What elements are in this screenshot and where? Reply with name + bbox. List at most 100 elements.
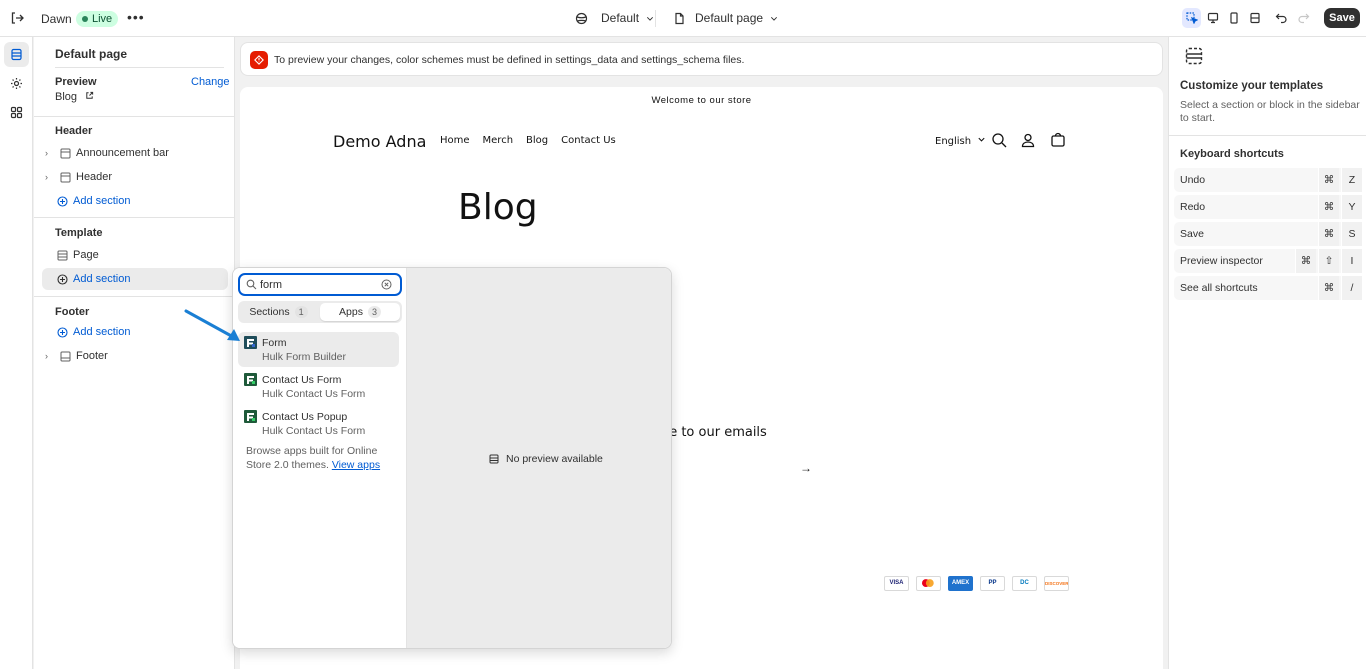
search-icon xyxy=(246,279,257,290)
preview-heading: Preview xyxy=(55,76,97,88)
page-title: Blog xyxy=(458,187,538,228)
plus-circle-icon xyxy=(57,326,68,338)
panel-title: Customize your templates xyxy=(1180,80,1324,92)
panel-description: Select a section or block in the sidebar… xyxy=(1180,99,1360,124)
store-nav: Home Merch Blog Contact Us xyxy=(440,135,616,146)
more-actions-button[interactable]: ••• xyxy=(127,9,145,25)
tab-sections[interactable]: Sections 1 xyxy=(240,303,317,321)
language-selector[interactable]: English xyxy=(935,135,986,147)
page-icon xyxy=(675,12,684,24)
apps-count-badge: 3 xyxy=(367,306,381,318)
section-footer[interactable]: › Footer xyxy=(42,345,228,367)
app-embeds-nav-button[interactable] xyxy=(4,100,29,125)
keyboard-shortcuts-heading: Keyboard shortcuts xyxy=(1180,148,1284,160)
divider xyxy=(55,67,224,68)
sections-nav-button[interactable] xyxy=(4,42,29,67)
section-page[interactable]: Page xyxy=(42,244,228,266)
plus-circle-icon xyxy=(57,273,68,285)
nav-link-home[interactable]: Home xyxy=(440,135,470,146)
mobile-icon xyxy=(1229,12,1238,24)
shortcut-row-save: Save ⌘ S xyxy=(1174,222,1362,246)
desktop-view-button[interactable] xyxy=(1203,8,1222,28)
inspector-panel: Customize your templates Select a sectio… xyxy=(1168,37,1366,669)
chevron-right-icon[interactable]: › xyxy=(45,172,57,182)
chevron-right-icon[interactable]: › xyxy=(45,351,57,361)
divider xyxy=(655,10,656,27)
template-group-heading: Template xyxy=(55,227,103,239)
undo-icon[interactable] xyxy=(1275,11,1288,24)
footer-group-heading: Footer xyxy=(55,306,90,318)
section-icon xyxy=(489,454,499,464)
preview-warning-banner: To preview your changes, color schemes m… xyxy=(240,42,1163,76)
header-add-section-button[interactable]: Add section xyxy=(42,190,228,212)
header-group-heading: Header xyxy=(55,125,93,137)
section-icon xyxy=(57,250,68,260)
theme-settings-nav-button[interactable] xyxy=(4,71,29,96)
inspector-button[interactable] xyxy=(1182,8,1201,28)
template-add-section-button[interactable]: Add section xyxy=(42,268,228,290)
plus-circle-icon xyxy=(57,195,68,207)
template-selector[interactable]: Default page xyxy=(673,11,779,25)
top-bar: Dawn Live ••• Default Default page Save xyxy=(0,0,1366,37)
shortcut-row-preview-inspector: Preview inspector ⌘ ⇧ I xyxy=(1174,249,1362,273)
command-key-icon: ⌘ xyxy=(1318,222,1339,246)
discover-icon: DISCOVER xyxy=(1044,576,1069,591)
account-icon[interactable] xyxy=(1020,132,1036,148)
desktop-icon xyxy=(1207,12,1218,24)
add-section-popover: form Sections 1 Apps 3 Form Hulk Form Bu… xyxy=(232,267,672,649)
key-cap: I xyxy=(1341,249,1362,273)
command-key-icon: ⌘ xyxy=(1318,168,1339,192)
search-input[interactable]: form xyxy=(238,273,402,296)
key-cap: / xyxy=(1341,276,1362,300)
chevron-down-icon xyxy=(771,16,778,21)
app-item-contact-us-popup[interactable]: Contact Us Popup Hulk Contact Us Form xyxy=(238,406,399,441)
arrow-right-icon[interactable]: → xyxy=(800,461,812,475)
color-scheme-selector[interactable]: Default xyxy=(575,11,655,25)
fullscreen-view-button[interactable] xyxy=(1245,8,1264,28)
app-item-form[interactable]: Form Hulk Form Builder xyxy=(238,332,399,367)
save-button[interactable]: Save xyxy=(1324,8,1360,28)
chevron-down-icon xyxy=(978,137,985,142)
hulk-app-icon xyxy=(244,410,257,423)
exit-icon[interactable] xyxy=(10,11,24,25)
preview-value[interactable]: Blog xyxy=(55,91,94,103)
apps-icon xyxy=(10,106,23,119)
shift-key-icon: ⇧ xyxy=(1318,249,1339,273)
nav-link-blog[interactable]: Blog xyxy=(526,135,548,146)
search-icon[interactable] xyxy=(991,132,1007,148)
command-key-icon: ⌘ xyxy=(1318,195,1339,219)
banner-text: To preview your changes, color schemes m… xyxy=(274,54,745,66)
store-logo[interactable]: Demo Adna xyxy=(333,132,426,151)
shortcut-row-see-all[interactable]: See all shortcuts ⌘ / xyxy=(1174,276,1362,300)
left-rail xyxy=(0,37,33,669)
paypal-icon: PP xyxy=(980,576,1005,591)
theme-name: Dawn xyxy=(41,12,72,26)
nav-link-merch[interactable]: Merch xyxy=(483,135,514,146)
chevron-right-icon[interactable]: › xyxy=(45,148,57,158)
section-header[interactable]: › Header xyxy=(42,166,228,188)
section-picker-list: form Sections 1 Apps 3 Form Hulk Form Bu… xyxy=(233,268,407,648)
command-key-icon: ⌘ xyxy=(1295,249,1316,273)
sections-sidebar: Default page Preview Change Blog Header … xyxy=(34,37,235,669)
cart-icon[interactable] xyxy=(1050,132,1066,148)
key-cap: Z xyxy=(1341,168,1362,192)
nav-link-contact[interactable]: Contact Us xyxy=(561,135,616,146)
section-icon xyxy=(60,148,71,158)
app-item-contact-us-form[interactable]: Contact Us Form Hulk Contact Us Form xyxy=(238,369,399,404)
view-apps-link[interactable]: View apps xyxy=(332,459,380,471)
cursor-select-icon xyxy=(1185,12,1198,24)
redo-icon[interactable] xyxy=(1297,11,1310,24)
divider xyxy=(34,296,235,297)
clear-search-icon[interactable] xyxy=(381,279,392,290)
mobile-view-button[interactable] xyxy=(1224,8,1243,28)
change-preview-link[interactable]: Change xyxy=(191,76,230,88)
gear-icon xyxy=(11,78,22,89)
picker-tabs: Sections 1 Apps 3 xyxy=(238,301,402,323)
payment-icons: VISA AMEX PP DC DISCOVER xyxy=(884,576,1069,591)
chevron-down-icon xyxy=(647,16,654,21)
section-icon xyxy=(60,351,71,361)
amex-icon: AMEX xyxy=(948,576,973,591)
section-announcement-bar[interactable]: › Announcement bar xyxy=(42,142,228,164)
key-cap: Y xyxy=(1341,195,1362,219)
tab-apps[interactable]: Apps 3 xyxy=(320,303,400,321)
